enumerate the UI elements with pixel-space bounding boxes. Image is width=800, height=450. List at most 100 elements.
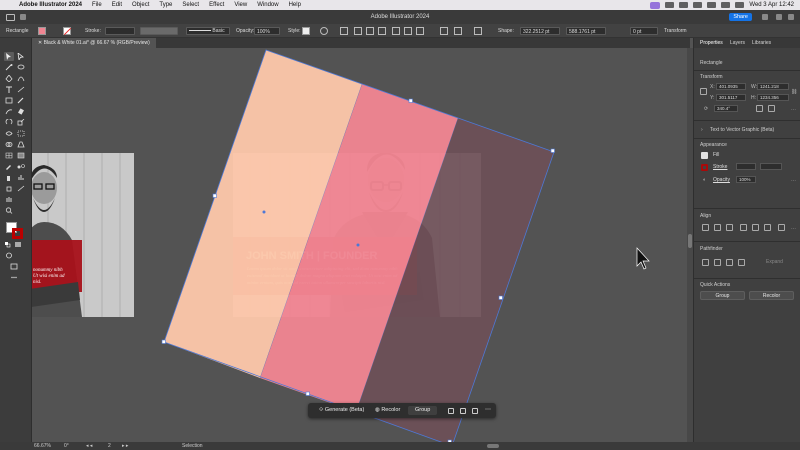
pathfinder-intersect-icon[interactable] [726,259,733,266]
width-tool-icon[interactable] [5,130,13,137]
align-top-icon[interactable] [740,224,747,231]
hand-tool-icon[interactable] [5,196,13,203]
shaper-tool-icon[interactable] [5,108,13,115]
stroke-weight-field[interactable] [105,27,135,35]
gradient-tool-icon[interactable] [17,152,25,159]
distribute-vertical-icon[interactable] [454,27,462,35]
stroke-swatch-control[interactable] [63,27,72,36]
artwork-svg[interactable]: nonummy nibh Ut wisi enim ad nisl. [32,48,690,442]
corner-radius-field[interactable]: 0 pt [630,27,658,35]
pathfinder-unite-icon[interactable] [702,259,709,266]
shape-builder-tool-icon[interactable] [5,141,13,148]
recolor-button[interactable]: ◍ Recolor [372,406,403,415]
brush-definition-select[interactable]: Basic [186,27,230,35]
default-colors-icon[interactable] [4,241,12,248]
workspace-icon[interactable] [776,14,782,20]
fill-swatch-icon[interactable] [701,152,708,159]
align-right-icon[interactable] [378,27,386,35]
recolor-artwork-icon[interactable] [320,27,328,35]
tab-libraries[interactable]: Libraries [752,40,771,46]
mesh-tool-icon[interactable] [5,152,13,159]
spotlight-icon[interactable] [721,2,731,8]
opacity-field[interactable]: 100% [736,176,756,183]
stroke-swatch-icon[interactable] [701,164,708,171]
pen-tool-icon[interactable] [5,74,13,83]
eyedropper-tool-icon[interactable] [5,163,13,170]
color-stripes-group[interactable] [161,49,555,442]
reference-point-icon[interactable] [700,88,707,95]
paintbrush-tool-icon[interactable] [17,97,25,104]
column-graph-tool-icon[interactable] [17,174,25,181]
screen-record-icon[interactable] [650,1,661,9]
stroke-label[interactable]: Stroke [713,164,727,170]
menu-view[interactable]: View [229,2,252,8]
direct-selection-tool-icon[interactable] [17,52,25,62]
quick-group-button[interactable]: Group [700,291,745,300]
align-center-icon[interactable] [366,27,374,35]
blend-tool-icon[interactable] [17,163,25,170]
isolate-icon[interactable] [474,27,482,35]
menu-type[interactable]: Type [154,2,177,8]
chevron-right-icon[interactable]: › [701,127,703,133]
graphic-style-swatch[interactable] [302,27,310,35]
magic-wand-tool-icon[interactable] [5,64,13,71]
more-align-icon[interactable]: ⋯ [791,226,796,232]
curvature-tool-icon[interactable] [17,75,25,82]
constrain-proportions-icon[interactable]: ⛓ [791,89,797,95]
align-to-icon[interactable] [778,224,785,231]
artboard-tool-icon[interactable] [5,185,13,192]
slice-tool-icon[interactable] [17,185,25,192]
free-transform-tool-icon[interactable] [17,130,25,137]
menubar-clock[interactable]: Wed 3 Apr 12:42 [749,2,794,8]
shape-height-field[interactable]: 588.1761 pt [566,27,606,35]
lasso-tool-icon[interactable] [17,64,25,71]
menu-app-name[interactable]: Adobe Illustrator 2024 [14,2,87,8]
cloud-icon[interactable] [788,14,794,20]
align-bottom-icon[interactable] [764,224,771,231]
menu-object[interactable]: Object [127,2,154,8]
artboard-next-icon[interactable]: ▸ ▸ [122,443,128,449]
rotate-tool-icon[interactable] [5,118,13,126]
h-field[interactable]: 1234.356 [757,94,789,101]
symbol-sprayer-tool-icon[interactable] [5,174,13,181]
tab-properties[interactable]: Properties [700,40,723,46]
share-button[interactable]: Share [729,13,752,21]
flip-horizontal-icon[interactable] [756,105,763,112]
wifi-icon[interactable] [707,2,717,8]
stroke-swatch[interactable] [63,27,72,36]
opacity-label[interactable]: Opacity: [236,27,254,35]
x-field[interactable]: 401.0935 [716,83,746,90]
selection-tool-icon[interactable] [5,53,13,60]
type-tool-icon[interactable] [5,86,13,93]
expand-button[interactable]: Expand [766,259,783,265]
flip-vertical-icon[interactable] [768,105,775,112]
menu-edit[interactable]: Edit [107,2,127,8]
tab-layers[interactable]: Layers [730,40,745,46]
align-top-icon[interactable] [392,27,400,35]
battery-icon[interactable] [693,2,703,8]
screen-mode-icon[interactable] [10,263,18,270]
shape-width-field[interactable]: 322.2512 pt [520,27,560,35]
duplicate-icon[interactable] [460,408,466,414]
align-vcenter-icon[interactable] [752,224,759,231]
quick-recolor-button[interactable]: Recolor [749,291,794,300]
edit-toolbar-icon[interactable] [10,274,18,281]
w-field[interactable]: 1241.218 [757,83,789,90]
distribute-icon[interactable] [440,27,448,35]
more-transform-icon[interactable]: ⋯ [791,107,796,113]
perspective-grid-tool-icon[interactable] [17,141,25,148]
shape-label[interactable]: Shape: [498,27,514,35]
align-left-icon[interactable] [702,224,709,231]
vertical-scroll-thumb[interactable] [688,234,692,248]
align-middle-icon[interactable] [404,27,412,35]
display-icon[interactable] [665,2,675,8]
zoom-level[interactable]: 66.67% [34,443,51,449]
menu-help[interactable]: Help [284,2,306,8]
canvas-area[interactable]: nonummy nibh Ut wisi enim ad nisl. [32,48,690,442]
fill-swatch-control[interactable] [38,27,46,35]
align-icon[interactable] [340,27,348,35]
group-button[interactable]: Group [408,406,438,415]
artboard-prev-icon[interactable]: ◂ ◂ [86,443,92,449]
opacity-field[interactable]: 100% [254,27,280,35]
horizontal-scroll-thumb[interactable] [487,444,499,448]
